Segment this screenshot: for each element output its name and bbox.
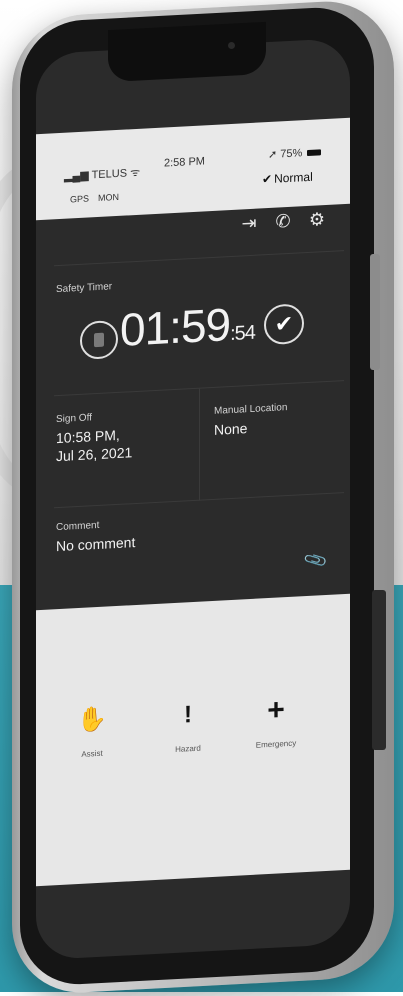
hazard-label: Hazard — [175, 743, 201, 754]
battery-icon — [307, 149, 322, 157]
sign-off-location-card: Sign Off 10:58 PM, Jul 26, 2021 Manual L… — [54, 380, 344, 509]
check-in-button[interactable]: ✔ — [264, 303, 304, 346]
comment-label: Comment — [56, 519, 100, 534]
action-panel: ✋ Assist ! Hazard + Emergency — [36, 593, 350, 887]
safety-timer-label: Safety Timer — [56, 281, 113, 296]
mon-indicator: MON — [98, 191, 119, 203]
sign-off-time[interactable]: 10:58 PM, — [56, 427, 120, 446]
checkmark-icon: ✔ — [274, 310, 294, 337]
mode-label: Normal — [274, 169, 313, 186]
hazard-button[interactable]: ! Hazard — [148, 696, 228, 755]
side-button — [370, 254, 380, 370]
timer-display: 01:59:54 — [120, 296, 255, 357]
side-button-lower — [372, 590, 386, 750]
stop-timer-button[interactable] — [80, 319, 118, 360]
phone-icon[interactable]: ✆ — [272, 211, 294, 233]
wifi-icon: ᯤ — [130, 166, 141, 180]
paperclip-icon[interactable]: 📎 — [302, 547, 329, 575]
battery-percent: 75% — [280, 147, 303, 161]
gps-indicator: GPS — [70, 193, 90, 205]
divider — [199, 388, 200, 501]
camera-icon — [228, 42, 235, 49]
location-arrow-icon: ➚ — [268, 148, 278, 162]
app-screen: ▂▄▆ TELUS ᯤ 2:58 PM ➚ 75% GPS MON ✔ Norma… — [36, 37, 350, 961]
signal-icon: ▂▄▆ — [64, 169, 92, 183]
carrier-label: TELUS — [91, 167, 128, 182]
mode-status[interactable]: ✔ Normal — [262, 170, 313, 187]
comment-value[interactable]: No comment — [56, 534, 135, 554]
sign-off-date[interactable]: Jul 26, 2021 — [56, 444, 132, 464]
stop-icon — [94, 332, 104, 348]
check-icon: ✔ — [262, 171, 273, 187]
signal-carrier: ▂▄▆ TELUS ᯤ — [64, 165, 140, 184]
emergency-button[interactable]: + Emergency — [236, 692, 316, 751]
exclamation-icon: ! — [184, 701, 192, 729]
emergency-label: Emergency — [255, 738, 297, 750]
toolbar: ⇥ ✆ ⚙ — [238, 209, 328, 235]
sign-out-icon[interactable]: ⇥ — [238, 212, 260, 234]
assist-label: Assist — [81, 748, 103, 759]
battery: ➚ 75% — [268, 145, 322, 162]
manual-location-value[interactable]: None — [214, 420, 247, 438]
sign-off-label: Sign Off — [56, 412, 92, 426]
manual-location-label: Manual Location — [214, 402, 288, 417]
timer-seconds: :54 — [230, 321, 255, 346]
phone-notch — [108, 21, 266, 83]
clock: 2:58 PM — [164, 155, 205, 170]
timer-minutes: 01:59 — [120, 298, 231, 356]
plus-icon: + — [267, 693, 285, 728]
assist-button[interactable]: ✋ Assist — [52, 701, 132, 760]
settings-icon[interactable]: ⚙ — [306, 209, 328, 231]
comment-card: Comment No comment 📎 — [54, 492, 344, 605]
hand-icon: ✋ — [77, 705, 107, 735]
status-bar: ▂▄▆ TELUS ᯤ 2:58 PM ➚ 75% GPS MON ✔ Norma… — [36, 117, 350, 221]
safety-timer-card: Safety Timer 01:59:54 ✔ — [54, 250, 344, 397]
